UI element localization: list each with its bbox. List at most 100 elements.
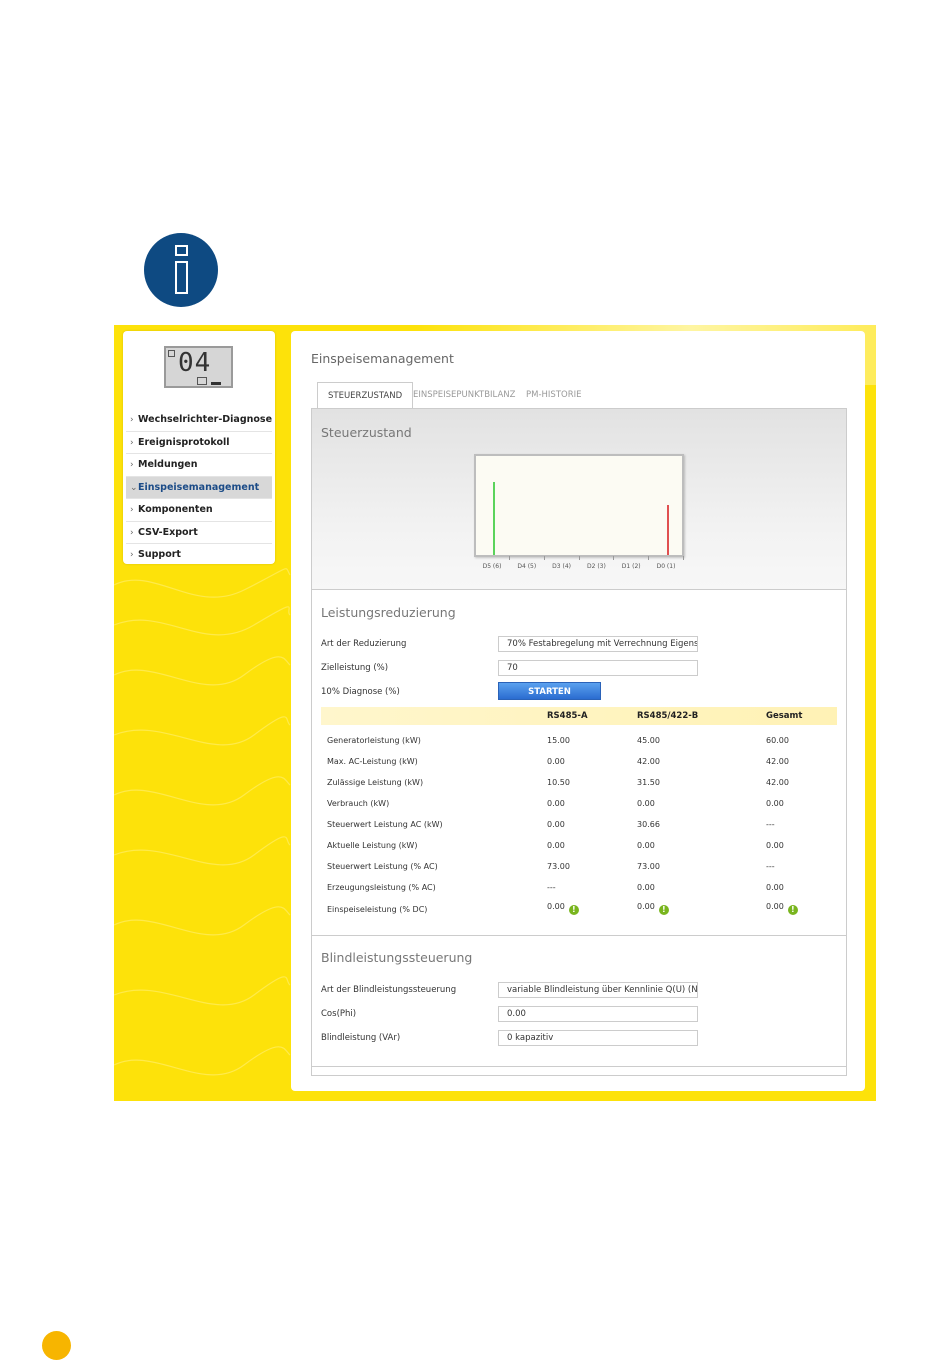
main-content: Einspeisemanagement STEUERZUSTAND EINSPE…	[291, 331, 865, 1091]
chevron-down-icon: ⌄	[130, 482, 138, 493]
row-label: Generatorleistung (kW)	[327, 736, 421, 745]
steuerzustand-chart	[474, 454, 684, 557]
cosphi-label: Cos(Phi)	[321, 1009, 357, 1019]
art-blindleistung-select[interactable]: variable Blindleistung über Kennlinie Q(…	[498, 982, 698, 998]
sidebar-item-einspeisemanagement[interactable]: ⌄Einspeisemanagement	[126, 476, 272, 499]
cell-rs485-a: ---	[547, 883, 556, 892]
cell-rs485-b: 73.00	[637, 862, 660, 871]
cell-rs485-a: 0.00	[547, 799, 565, 808]
chevron-right-icon: ›	[130, 527, 134, 538]
cell-gesamt: ---	[766, 862, 775, 871]
chart-tick-mark	[578, 556, 580, 560]
lcd-status-icon	[168, 350, 175, 357]
table-header: RS485-A RS485/422-B Gesamt	[321, 707, 837, 725]
sidebar-item-label: Support	[138, 549, 181, 560]
chart-tick-mark	[509, 556, 510, 560]
warning-icon[interactable]: !	[658, 904, 669, 915]
table-row: Steuerwert Leistung AC (kW) 0.00 30.66 ---	[321, 814, 837, 835]
sidebar-item-label: Wechselrichter-Diagnose	[138, 414, 273, 425]
section-divider	[312, 1066, 846, 1067]
chevron-right-icon: ›	[130, 550, 134, 560]
start-diagnose-button[interactable]: STARTEN	[498, 682, 601, 700]
sidebar-item-meldungen[interactable]: › Meldungen	[126, 454, 272, 477]
row-label: Erzeugungsleistung (% AC)	[327, 883, 436, 892]
chevron-right-icon: ›	[130, 437, 134, 448]
row-label: Max. AC-Leistung (kW)	[327, 757, 418, 766]
diagnose-label: 10% Diagnose (%)	[321, 687, 400, 697]
row-label: Steuerwert Leistung (% AC)	[327, 862, 438, 871]
section-title-leistungsreduzierung: Leistungsreduzierung	[321, 605, 456, 620]
sidebar-item-wechselrichter-diagnose[interactable]: › Wechselrichter-Diagnose	[126, 409, 272, 432]
lcd-battery-icon	[197, 377, 207, 385]
cell-rs485-b: 31.50	[637, 778, 660, 787]
active-input-marker-red	[667, 505, 669, 555]
warning-icon[interactable]: !	[568, 904, 579, 915]
chart-tick-mark	[613, 556, 615, 560]
cell-gesamt: 0.00	[766, 841, 784, 850]
blindleistung-input[interactable]: 0 kapazitiv	[498, 1030, 698, 1046]
section-divider	[312, 935, 846, 936]
sidebar-item-support[interactable]: › Support	[126, 544, 272, 567]
chart-tick-label: D4 (5)	[517, 563, 537, 570]
tab-panel: Steuerzustand D5 (6) D4 (5) D3 (4) D2 (3) D1…	[311, 408, 847, 1076]
chart-tick-mark	[543, 556, 545, 560]
chevron-right-icon: ›	[130, 505, 134, 515]
column-header-rs485-a: RS485-A	[547, 711, 588, 721]
art-reduzierung-select[interactable]: 70% Festabregelung mit Verrechnung Eigen…	[498, 636, 698, 652]
info-icon	[144, 233, 218, 307]
chevron-right-icon: ›	[130, 460, 134, 470]
chart-tick-label: D3 (4)	[552, 563, 572, 570]
cell-rs485-b: 45.00	[637, 736, 660, 745]
lcd-bar-icon	[211, 382, 221, 385]
sidebar-item-ereignisprotokoll[interactable]: › Ereignisprotokoll	[126, 432, 272, 454]
cell-rs485-a: 0.00	[547, 820, 565, 829]
cell-rs485-b: 42.00	[637, 757, 660, 766]
sidebar-item-label: Meldungen	[138, 459, 198, 470]
tab-steuerzustand[interactable]: STEUERZUSTAND	[317, 382, 414, 409]
chart-tick-mark	[683, 556, 684, 560]
chart-tick-label: D0 (1)	[656, 563, 676, 570]
table-row: Max. AC-Leistung (kW) 0.00 42.00 42.00	[321, 751, 837, 772]
sidebar-item-label: CSV-Export	[138, 526, 198, 538]
chart-tick-mark	[648, 556, 650, 560]
section-title-steuerzustand: Steuerzustand	[321, 425, 412, 440]
cell-gesamt: 0.00	[766, 799, 784, 808]
column-header-rs485-422-b: RS485/422-B	[637, 711, 699, 721]
lcd-digits: 04	[178, 348, 212, 378]
art-blindleistung-label: Art der Blindleistungssteuerung	[321, 985, 457, 995]
steuerzustand-section: Steuerzustand D5 (6) D4 (5) D3 (4) D2 (3) D1…	[312, 409, 846, 590]
row-label: Steuerwert Leistung AC (kW)	[327, 820, 443, 829]
cell-rs485-a: 0.00	[547, 902, 565, 911]
sidebar-item-csv-export[interactable]: › CSV-Export	[126, 522, 272, 544]
tab-einspeisepunktbilanz[interactable]: EINSPEISEPUNKTBILANZ	[413, 382, 515, 409]
zielleistung-input[interactable]: 70	[498, 660, 698, 676]
table-row: Verbrauch (kW) 0.00 0.00 0.00	[321, 793, 837, 814]
table-row: Aktuelle Leistung (kW) 0.00 0.00 0.00	[321, 835, 837, 856]
cell-rs485-a: 10.50	[547, 778, 570, 787]
column-header-gesamt: Gesamt	[766, 711, 803, 721]
cell-rs485-a: 0.00	[547, 841, 565, 850]
sidebar-item-label: Einspeisemanagement	[138, 481, 260, 493]
cell-gesamt: ---	[766, 820, 775, 829]
cell-gesamt: 0.00	[766, 883, 784, 892]
chevron-right-icon: ›	[130, 415, 134, 425]
lcd-display: 04	[164, 346, 233, 388]
table-row: Steuerwert Leistung (% AC) 73.00 73.00 ---	[321, 856, 837, 877]
cell-rs485-b: 0.00	[637, 799, 655, 808]
active-input-marker-green	[493, 482, 495, 555]
cosphi-input[interactable]: 0.00	[498, 1006, 698, 1022]
cell-rs485-b: 30.66	[637, 820, 660, 829]
tab-pm-historie[interactable]: PM-HISTORIE	[526, 382, 582, 409]
table-row: Zulässige Leistung (kW) 10.50 31.50 42.00	[321, 772, 837, 793]
cell-rs485-b: 0.00	[637, 902, 655, 911]
chart-tick-label: D2 (3)	[586, 563, 606, 570]
sidebar: 04 › Wechselrichter-Diagnose › Ereignispro…	[123, 331, 275, 564]
sidebar-item-komponenten[interactable]: › Komponenten	[126, 499, 272, 522]
row-label: Aktuelle Leistung (kW)	[327, 841, 418, 850]
warning-icon[interactable]: !	[787, 904, 798, 915]
blindleistung-label: Blindleistung (VAr)	[321, 1033, 401, 1043]
row-label: Einspeiseleistung (% DC)	[327, 905, 428, 914]
chart-tick-label: D1 (2)	[621, 563, 641, 570]
table-row: Einspeiseleistung (% DC) 0.00! 0.00! 0.0…	[321, 898, 837, 922]
sidebar-item-label: Ereignisprotokoll	[138, 436, 230, 448]
